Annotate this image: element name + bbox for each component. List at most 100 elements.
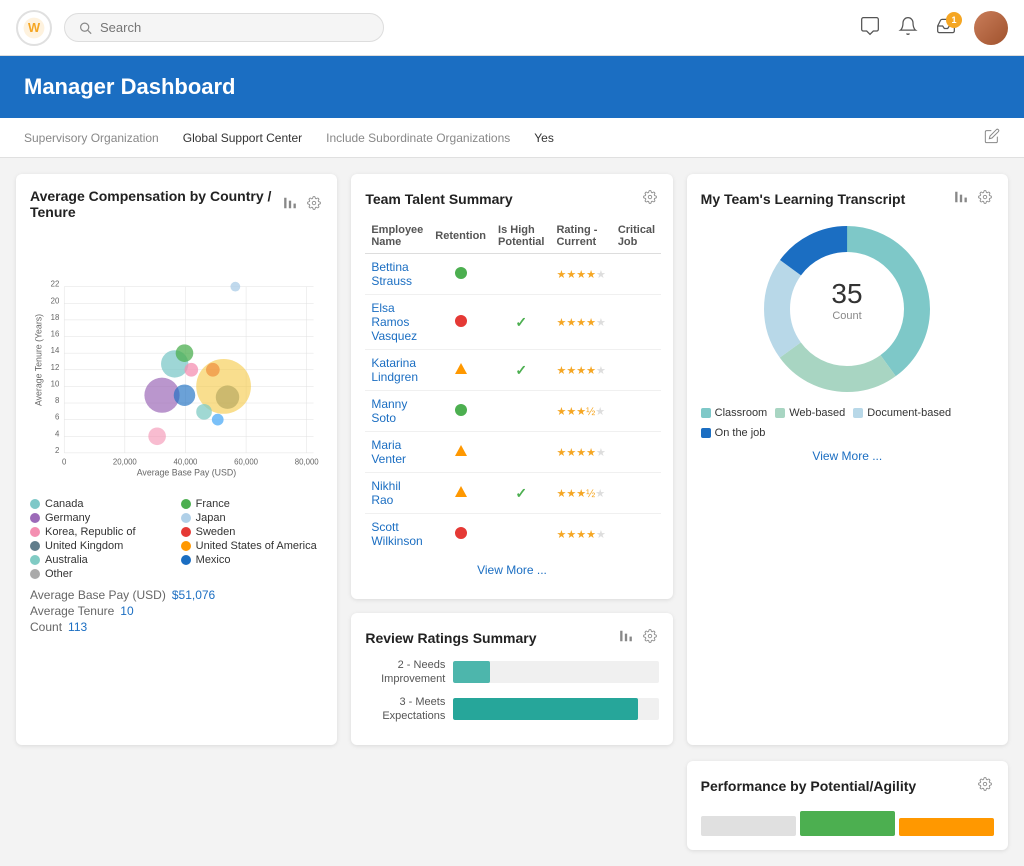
table-row: Katarina Lindgren ✓ ★★★★★ — [365, 350, 661, 391]
svg-text:22: 22 — [51, 280, 60, 289]
svg-text:80,000: 80,000 — [295, 458, 320, 467]
learning-view-more-link[interactable]: View More ... — [701, 449, 994, 463]
legend-web-based: Web-based — [775, 407, 845, 419]
talent-gear-btn[interactable] — [641, 188, 659, 209]
stat-count: Count 113 — [30, 620, 323, 634]
high-potential-cell — [492, 391, 550, 432]
svg-text:0: 0 — [62, 458, 67, 467]
main-content: Average Compensation by Country / Tenure — [0, 158, 1024, 761]
supervisory-org-value: Global Support Center — [183, 131, 302, 145]
col-rating: Rating - Current — [550, 219, 611, 254]
employee-link[interactable]: Scott Wilkinson — [371, 520, 422, 548]
inbox-button[interactable]: 1 — [936, 16, 956, 39]
legend-sweden: Sweden — [181, 526, 324, 538]
retention-cell — [429, 514, 492, 555]
performance-card: Performance by Potential/Agility — [687, 761, 1008, 850]
rating-cell: ★★★★★ — [550, 254, 611, 295]
donut-svg: 35 Count — [757, 219, 937, 399]
legend-usa: United States of America — [181, 540, 324, 552]
nav-icons: 1 — [860, 11, 1008, 45]
legend-korea: Korea, Republic of — [30, 526, 173, 538]
high-potential-cell — [492, 432, 550, 473]
svg-text:8: 8 — [55, 396, 59, 405]
page-header: Manager Dashboard — [0, 56, 1024, 118]
filter-edit-button[interactable] — [984, 128, 1000, 147]
chart-icon — [619, 629, 633, 643]
bubble-korea2 — [148, 427, 166, 445]
rating-cell: ★★★★★ — [550, 514, 611, 555]
supervisory-org-label: Supervisory Organization — [24, 131, 159, 145]
col-retention: Retention — [429, 219, 492, 254]
review-icons — [617, 627, 659, 648]
gear-icon — [643, 190, 657, 204]
employee-link[interactable]: Elsa Ramos Vasquez — [371, 301, 417, 343]
scatter-plot: Average Tenure (Years) 2 4 6 8 10 12 14 … — [30, 230, 323, 490]
scatter-card: Average Compensation by Country / Tenure — [16, 174, 337, 745]
gear-icon — [978, 190, 992, 204]
employee-link[interactable]: Maria Venter — [371, 438, 406, 466]
performance-header: Performance by Potential/Agility — [701, 775, 994, 796]
critical-cell — [612, 295, 661, 350]
svg-text:2: 2 — [55, 446, 59, 455]
learning-chart-btn[interactable] — [952, 188, 970, 209]
svg-text:14: 14 — [51, 346, 60, 355]
avatar[interactable] — [974, 11, 1008, 45]
scatter-svg: Average Tenure (Years) 2 4 6 8 10 12 14 … — [30, 230, 323, 490]
page-title: Manager Dashboard — [24, 74, 1000, 100]
bar-fill-2 — [453, 698, 638, 720]
retention-cell — [429, 350, 492, 391]
legend-mexico: Mexico — [181, 554, 324, 566]
svg-text:W: W — [28, 20, 41, 35]
bell-icon — [898, 16, 918, 36]
notifications-button[interactable] — [898, 16, 918, 39]
bar-needs-improvement: 2 - Needs Improvement — [365, 658, 658, 687]
legend-germany: Germany — [30, 512, 173, 524]
col-critical: Critical Job — [612, 219, 661, 254]
chart-icon — [954, 190, 968, 204]
learning-legend: Classroom Web-based Document-based On th… — [701, 407, 994, 439]
table-row: Bettina Strauss ★★★★★ — [365, 254, 661, 295]
legend-japan: Japan — [181, 512, 324, 524]
svg-text:12: 12 — [51, 363, 60, 372]
talent-view-more-link[interactable]: View More ... — [477, 563, 547, 577]
critical-cell — [612, 473, 661, 514]
retention-cell — [429, 254, 492, 295]
employee-link[interactable]: Katarina Lindgren — [371, 356, 418, 384]
legend-australia: Australia — [30, 554, 173, 566]
learning-icons — [952, 188, 994, 209]
svg-text:4: 4 — [55, 429, 60, 438]
stat-tenure: Average Tenure 10 — [30, 604, 323, 618]
talent-title: Team Talent Summary — [365, 191, 640, 207]
rating-cell: ★★★½★ — [550, 473, 611, 514]
talent-table: Employee Name Retention Is High Potentia… — [365, 219, 661, 554]
review-card: Review Ratings Summary 2 - Needs Improve… — [351, 613, 672, 745]
retention-cell — [429, 432, 492, 473]
employee-link[interactable]: Bettina Strauss — [371, 260, 412, 288]
bubble-france — [176, 344, 194, 362]
chat-button[interactable] — [860, 16, 880, 39]
employee-link[interactable]: Nikhil Rao — [371, 479, 400, 507]
table-row: Maria Venter ★★★★★ — [365, 432, 661, 473]
bubble-other — [212, 414, 224, 426]
chat-icon — [860, 16, 880, 36]
employee-link[interactable]: Manny Soto — [371, 397, 407, 425]
search-input[interactable] — [100, 20, 369, 35]
review-gear-btn[interactable] — [641, 627, 659, 648]
top-nav: W 1 — [0, 0, 1024, 56]
legend-france: France — [181, 498, 324, 510]
scatter-chart-btn[interactable] — [281, 194, 299, 215]
bar-meets-expectations: 3 - Meets Expectations — [365, 695, 658, 724]
learning-gear-btn[interactable] — [976, 188, 994, 209]
donut-chart: 35 Count — [701, 219, 994, 399]
talent-view-more: View More ... — [365, 554, 658, 585]
svg-text:40,000: 40,000 — [174, 458, 199, 467]
gear-icon — [978, 777, 992, 791]
search-bar[interactable] — [64, 13, 384, 42]
scatter-stats: Average Base Pay (USD) $51,076 Average T… — [30, 588, 323, 634]
performance-gear-btn[interactable] — [976, 775, 994, 796]
svg-text:Average Tenure (Years): Average Tenure (Years) — [34, 314, 44, 406]
review-chart-btn[interactable] — [617, 627, 635, 648]
scatter-gear-btn[interactable] — [305, 194, 323, 215]
logo[interactable]: W — [16, 10, 52, 46]
legend-uk: United Kingdom — [30, 540, 173, 552]
